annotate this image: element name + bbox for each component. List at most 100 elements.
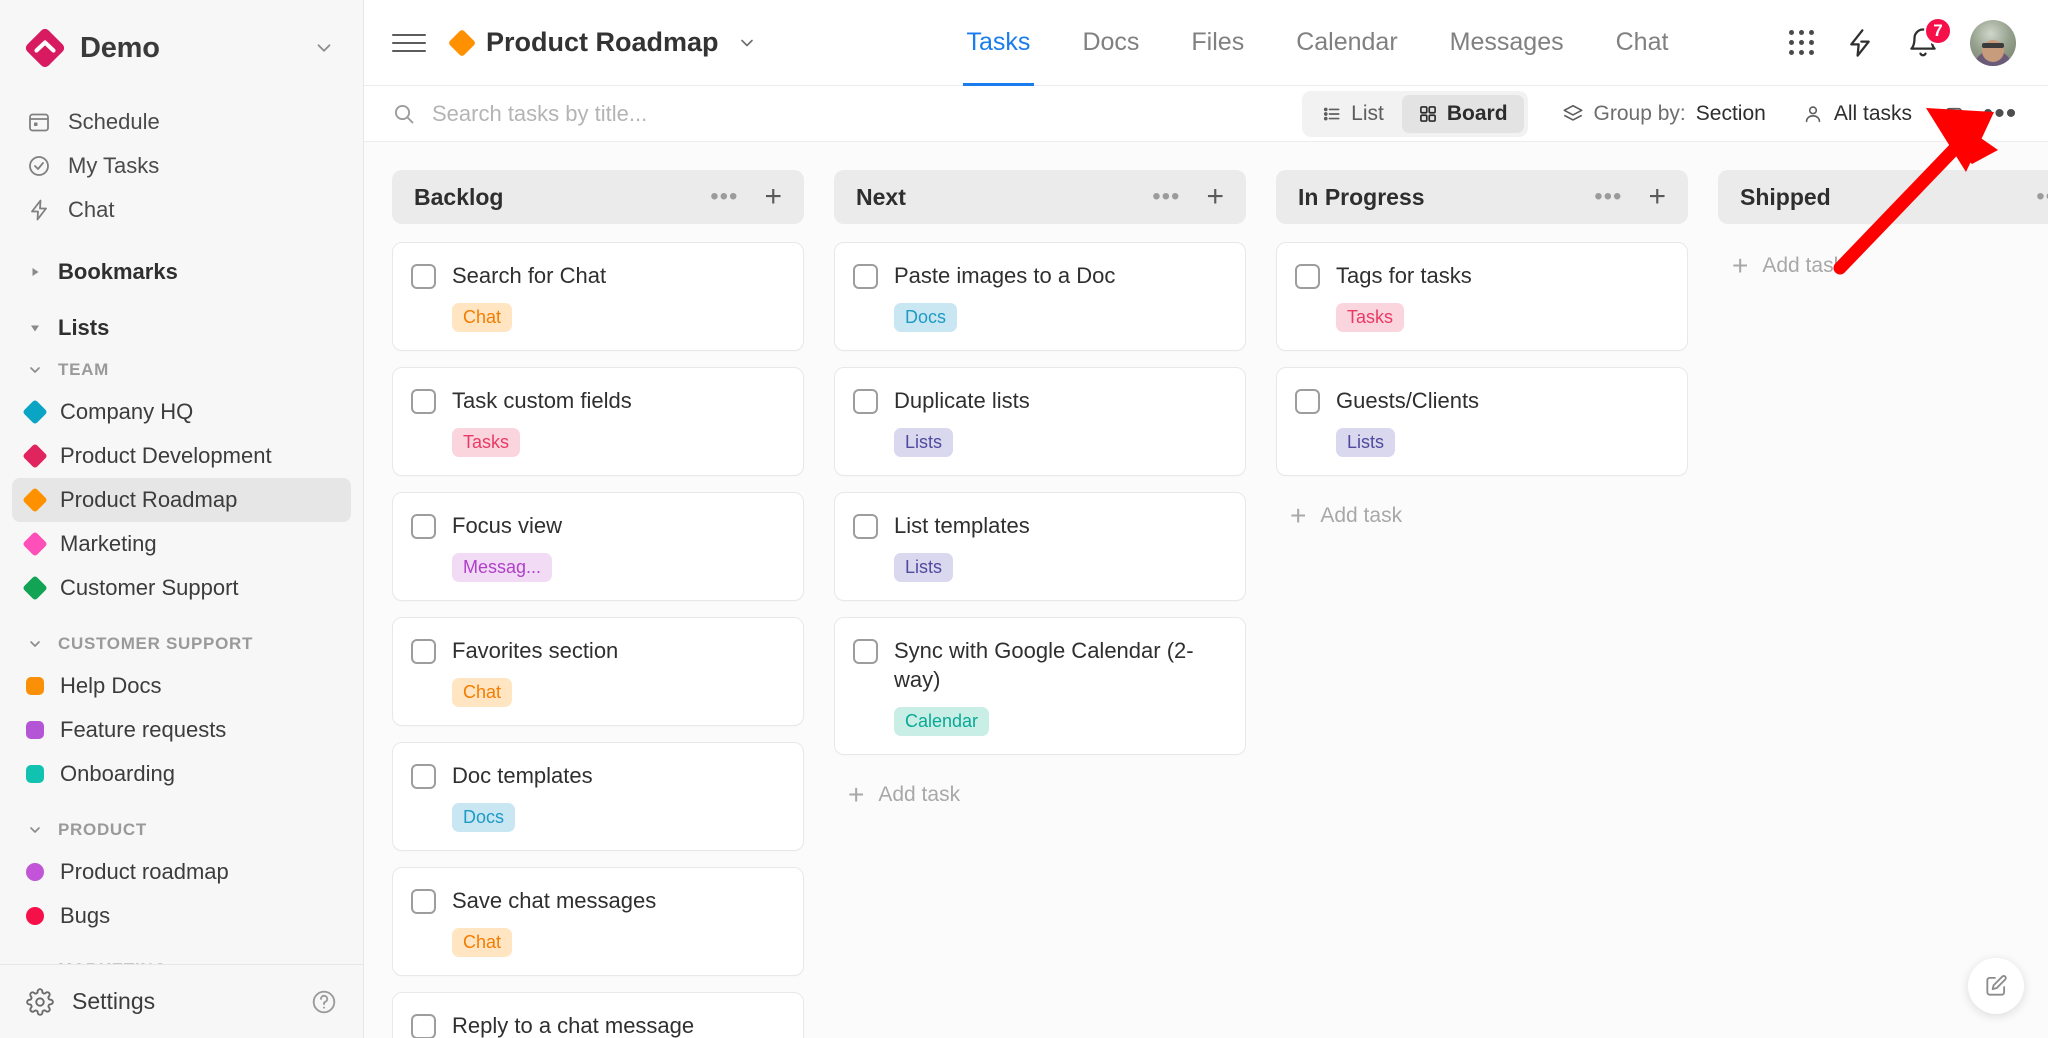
task-tag[interactable]: Lists: [894, 553, 954, 583]
task-checkbox[interactable]: [1295, 264, 1320, 289]
sidebar-item-customer-support[interactable]: Customer Support: [12, 566, 351, 610]
task-card[interactable]: Paste images to a Doc Docs: [834, 242, 1246, 352]
sidebar-item-onboarding[interactable]: Onboarding: [12, 752, 351, 796]
more-options-button[interactable]: •••: [1978, 92, 2022, 136]
sidebar-section-bookmarks[interactable]: Bookmarks: [12, 250, 351, 294]
task-card[interactable]: Tags for tasks Tasks: [1276, 242, 1688, 352]
sidebar-group-team[interactable]: TEAM: [12, 350, 351, 390]
sidebar-item-company-hq[interactable]: Company HQ: [12, 390, 351, 434]
column-header[interactable]: Shipped ••• +: [1718, 170, 2048, 224]
search-input[interactable]: [432, 100, 1303, 127]
task-tag[interactable]: Chat: [452, 678, 513, 708]
task-card[interactable]: Favorites section Chat: [392, 617, 804, 727]
task-tag[interactable]: Docs: [452, 803, 516, 833]
check-circle-icon: [26, 153, 52, 179]
hamburger-icon[interactable]: [392, 26, 426, 60]
gear-icon[interactable]: [26, 987, 54, 1016]
plus-icon[interactable]: +: [1642, 182, 1672, 212]
sidebar-item-product-roadmap[interactable]: Product Roadmap: [12, 478, 351, 522]
sidebar-item-marketing[interactable]: Marketing: [12, 522, 351, 566]
sidebar-section-lists[interactable]: Lists: [12, 306, 351, 350]
task-checkbox[interactable]: [853, 639, 878, 665]
tag-filter-button[interactable]: [1934, 92, 1978, 136]
column-header[interactable]: Next ••• +: [834, 170, 1246, 224]
task-tag[interactable]: Lists: [894, 428, 954, 458]
avatar[interactable]: [1970, 19, 2016, 66]
compose-button[interactable]: [1968, 958, 2024, 1014]
chevron-down-icon[interactable]: [737, 33, 757, 53]
sidebar-item-product-roadmap-product[interactable]: Product roadmap: [12, 850, 351, 894]
tab-files[interactable]: Files: [1165, 0, 1270, 86]
sidebar-item-my-tasks[interactable]: My Tasks: [12, 144, 351, 188]
sidebar-item-feature-requests[interactable]: Feature requests: [12, 708, 351, 752]
sidebar-item-help-docs[interactable]: Help Docs: [12, 664, 351, 708]
chevron-down-icon[interactable]: [313, 37, 335, 59]
task-tag[interactable]: Messag...: [452, 553, 553, 583]
task-tag[interactable]: Chat: [452, 928, 513, 958]
task-tag[interactable]: Lists: [1336, 428, 1396, 458]
task-checkbox[interactable]: [411, 514, 436, 540]
task-tag[interactable]: Docs: [894, 303, 958, 333]
column-header[interactable]: Backlog ••• +: [392, 170, 804, 224]
ellipsis-icon[interactable]: •••: [700, 185, 748, 209]
plus-icon[interactable]: +: [1200, 182, 1230, 212]
view-mode-list[interactable]: List: [1306, 95, 1400, 133]
task-card[interactable]: Focus view Messag...: [392, 492, 804, 602]
task-card[interactable]: Reply to a chat message Chat: [392, 992, 804, 1038]
apps-grid-icon[interactable]: [1789, 30, 1814, 55]
task-checkbox[interactable]: [853, 514, 878, 540]
sidebar-group-marketing[interactable]: MARKETING: [12, 950, 351, 964]
notifications-button[interactable]: 7: [1906, 16, 1952, 60]
sidebar-item-product-development[interactable]: Product Development: [12, 434, 351, 478]
tab-messages[interactable]: Messages: [1424, 0, 1590, 86]
ellipsis-icon[interactable]: •••: [1584, 185, 1632, 209]
task-checkbox[interactable]: [411, 264, 436, 289]
task-checkbox[interactable]: [411, 764, 436, 790]
add-task-button[interactable]: + Add task: [1276, 492, 1688, 540]
sidebar-scroll-area[interactable]: Schedule My Tasks Chat Bookmarks Lists T…: [0, 96, 363, 964]
lightning-icon[interactable]: [1844, 27, 1876, 59]
assignee-filter-button[interactable]: All tasks: [1788, 92, 1926, 136]
task-card[interactable]: Sync with Google Calendar (2-way) Calend…: [834, 617, 1246, 756]
task-checkbox[interactable]: [853, 389, 878, 415]
add-task-button[interactable]: + Add task: [834, 771, 1246, 819]
workspace-switcher[interactable]: Demo: [0, 0, 363, 96]
search-bar[interactable]: [392, 100, 1303, 127]
plus-icon[interactable]: +: [758, 182, 788, 212]
task-card[interactable]: List templates Lists: [834, 492, 1246, 602]
tab-calendar[interactable]: Calendar: [1270, 0, 1423, 86]
sidebar-group-product[interactable]: PRODUCT: [12, 810, 351, 850]
task-checkbox[interactable]: [411, 1014, 436, 1038]
task-tag[interactable]: Calendar: [894, 707, 990, 737]
task-card[interactable]: Duplicate lists Lists: [834, 367, 1246, 477]
task-checkbox[interactable]: [411, 639, 436, 665]
page-title-block[interactable]: Product Roadmap: [447, 27, 757, 58]
sidebar-group-customer-support[interactable]: CUSTOMER SUPPORT: [12, 624, 351, 664]
task-tag[interactable]: Tasks: [1336, 303, 1405, 333]
sidebar-item-schedule[interactable]: Schedule: [12, 100, 351, 144]
task-checkbox[interactable]: [853, 264, 878, 289]
task-tag[interactable]: Tasks: [452, 428, 521, 458]
kanban-board[interactable]: Backlog ••• + Search for Chat Chat Task …: [364, 142, 2048, 1038]
help-circle-icon[interactable]: [311, 989, 337, 1015]
task-checkbox[interactable]: [411, 889, 436, 915]
tab-tasks[interactable]: Tasks: [941, 0, 1057, 86]
task-checkbox[interactable]: [1295, 389, 1320, 415]
column-header[interactable]: In Progress ••• +: [1276, 170, 1688, 224]
task-card[interactable]: Search for Chat Chat: [392, 242, 804, 352]
ellipsis-icon[interactable]: •••: [2026, 185, 2048, 209]
task-card[interactable]: Task custom fields Tasks: [392, 367, 804, 477]
task-card[interactable]: Guests/Clients Lists: [1276, 367, 1688, 477]
task-card[interactable]: Doc templates Docs: [392, 742, 804, 852]
group-by-button[interactable]: Group by: Section: [1548, 92, 1780, 136]
ellipsis-icon[interactable]: •••: [1142, 185, 1190, 209]
tab-chat[interactable]: Chat: [1590, 0, 1695, 86]
task-checkbox[interactable]: [411, 389, 436, 415]
view-mode-board[interactable]: Board: [1401, 94, 1524, 133]
tab-docs[interactable]: Docs: [1056, 0, 1165, 86]
sidebar-item-chat[interactable]: Chat: [12, 188, 351, 232]
task-card[interactable]: Save chat messages Chat: [392, 867, 804, 977]
add-task-button[interactable]: + Add task: [1718, 242, 2048, 290]
sidebar-item-bugs[interactable]: Bugs: [12, 894, 351, 938]
task-tag[interactable]: Chat: [452, 303, 513, 333]
